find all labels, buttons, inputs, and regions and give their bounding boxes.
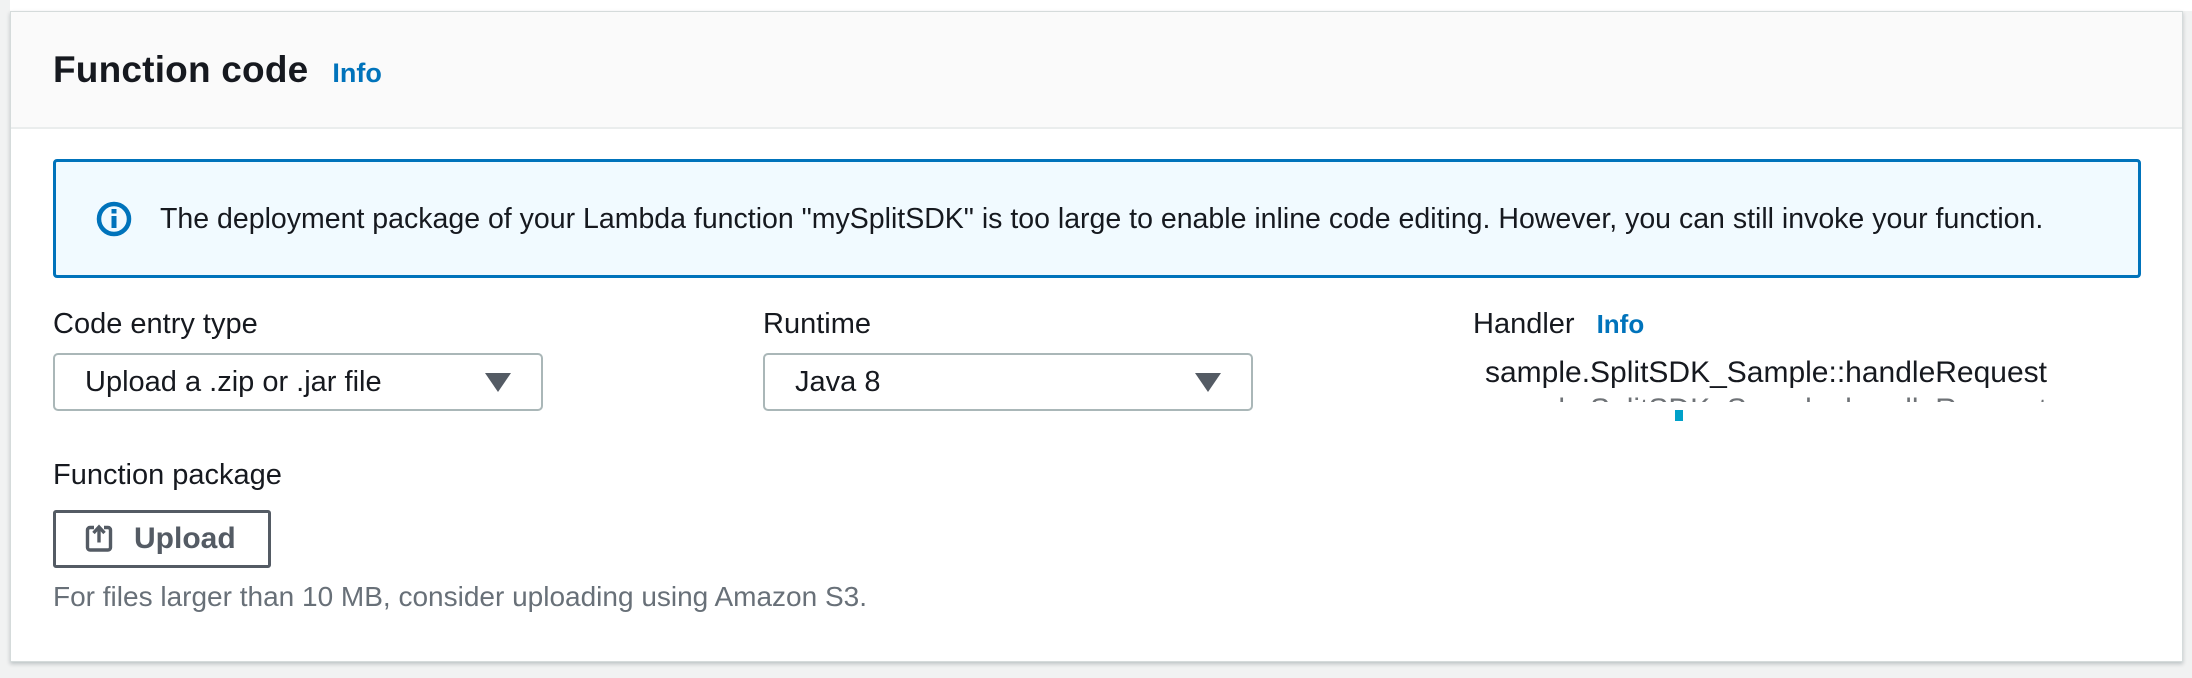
code-entry-type-selected-value: Upload a .zip or .jar file [85,366,382,399]
runtime-select[interactable]: Java 8 [763,353,1253,411]
page-top-strip [10,0,2192,11]
alert-message: The deployment package of your Lambda fu… [160,201,2043,237]
panel-info-link[interactable]: Info [332,58,381,89]
panel-title: Function code [53,49,308,91]
handler-label: Handler [1473,304,1575,344]
runtime-label: Runtime [763,304,1473,344]
function-package-section: Function package Upload For files larger… [53,455,867,613]
upload-button-label: Upload [134,522,236,556]
upload-icon [82,522,116,556]
code-settings-row: Code entry type Upload a .zip or .jar fi… [53,304,2183,411]
function-code-panel: Function code Info The deployment packag… [10,11,2183,662]
handler-value: sample.SplitSDK_Sample::handleRequest [1473,353,2183,393]
inline-editing-alert: The deployment package of your Lambda fu… [53,159,2141,278]
handler-label-row: Handler Info [1473,304,2183,344]
panel-header: Function code Info [11,12,2182,129]
code-entry-type-select[interactable]: Upload a .zip or .jar file [53,353,543,411]
caret-down-icon [485,373,511,392]
code-entry-type-label: Code entry type [53,304,763,344]
upload-button[interactable]: Upload [53,510,271,568]
field-code-entry-type: Code entry type Upload a .zip or .jar fi… [53,304,763,411]
upload-help-text: For files larger than 10 MB, consider up… [53,581,867,613]
text-caret [1675,410,1683,421]
field-runtime: Runtime Java 8 [763,304,1473,411]
handler-value-clipped-ghost: sample.SplitSDK_Sample::handleRequest [1473,393,2183,402]
runtime-selected-value: Java 8 [795,366,880,399]
handler-info-link[interactable]: Info [1597,304,1645,344]
function-package-label: Function package [53,455,867,495]
field-handler: Handler Info sample.SplitSDK_Sample::han… [1473,304,2183,411]
caret-down-icon [1195,373,1221,392]
info-circle-icon [96,201,132,237]
